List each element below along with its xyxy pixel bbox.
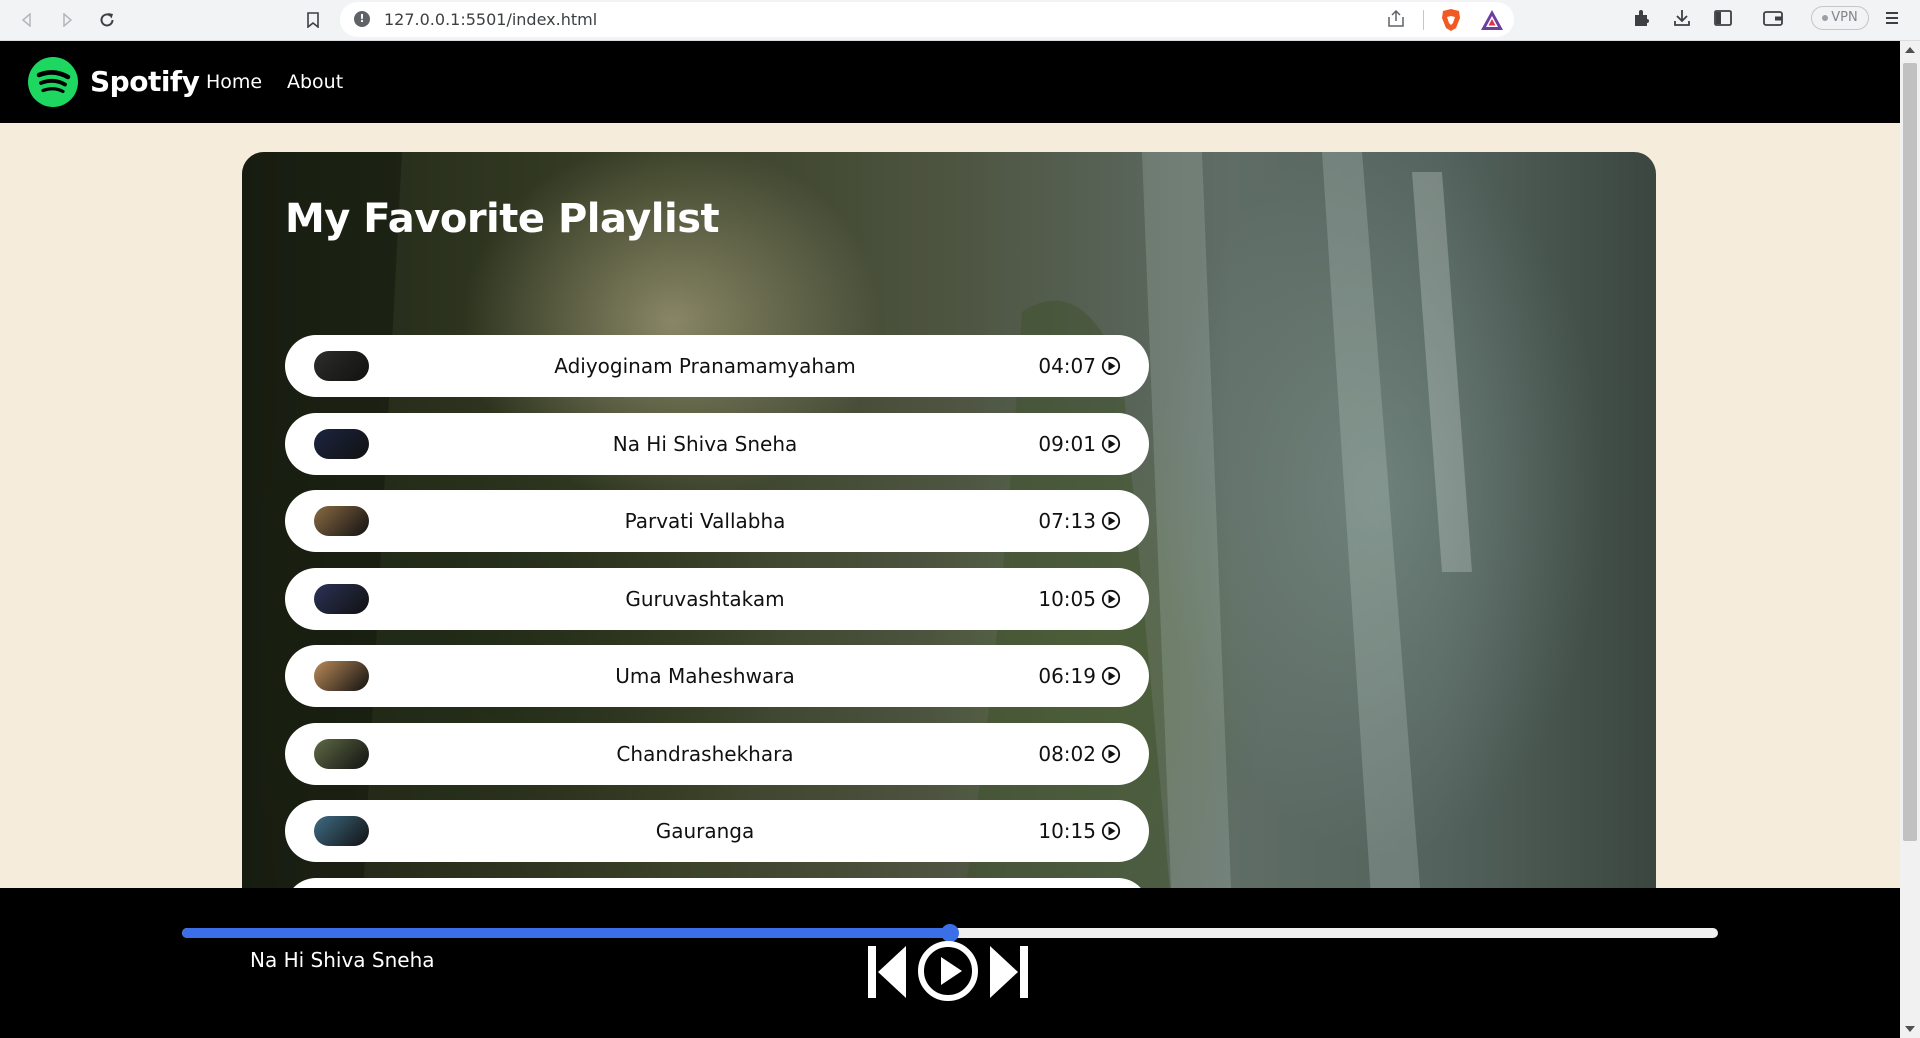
vpn-button[interactable]: VPN bbox=[1811, 6, 1869, 30]
song-duration: 08:02 bbox=[1038, 741, 1096, 766]
sidebar-icon[interactable] bbox=[1713, 8, 1733, 32]
song-duration: 07:13 bbox=[1038, 509, 1096, 533]
back-icon[interactable] bbox=[14, 7, 40, 33]
play-circle-icon[interactable] bbox=[1101, 434, 1121, 454]
scroll-down-icon[interactable] bbox=[1905, 1026, 1915, 1032]
brave-rewards-icon[interactable] bbox=[1480, 9, 1504, 35]
player-bar: Na Hi Shiva Sneha bbox=[0, 888, 1900, 1038]
song-item[interactable]: Gauranga 10:15 bbox=[285, 800, 1149, 862]
now-playing-title: Na Hi Shiva Sneha bbox=[250, 948, 435, 972]
vpn-status-dot bbox=[1822, 14, 1829, 21]
song-name: Guruvashtakam bbox=[625, 586, 785, 611]
play-circle-icon[interactable] bbox=[1101, 356, 1121, 376]
play-circle-icon[interactable] bbox=[1101, 744, 1121, 764]
bookmark-icon[interactable] bbox=[300, 7, 326, 33]
menu-icon[interactable] bbox=[1884, 8, 1900, 32]
song-name: Uma Maheshwara bbox=[615, 664, 795, 688]
song-item[interactable]: Parvati Vallabha 07:13 bbox=[285, 490, 1149, 552]
song-name: Parvati Vallabha bbox=[624, 509, 786, 533]
share-icon[interactable] bbox=[1386, 9, 1406, 32]
next-icon[interactable] bbox=[988, 944, 1030, 1004]
site-info-icon[interactable]: ! bbox=[354, 11, 370, 27]
play-circle-icon[interactable] bbox=[917, 940, 979, 1006]
site-navbar: Spotify Home About bbox=[0, 41, 1900, 123]
vpn-label: VPN bbox=[1831, 10, 1858, 25]
brave-shields-icon[interactable] bbox=[1440, 8, 1462, 36]
scroll-up-icon[interactable] bbox=[1905, 47, 1915, 53]
previous-icon[interactable] bbox=[866, 944, 908, 1004]
play-circle-icon[interactable] bbox=[1101, 589, 1121, 609]
address-bar[interactable]: ! 127.0.0.1:5501/index.html bbox=[340, 2, 1514, 37]
song-duration: 10:05 bbox=[1038, 586, 1096, 611]
song-duration: 09:01 bbox=[1038, 431, 1096, 456]
song-name: Chandrashekhara bbox=[616, 741, 794, 766]
downloads-icon[interactable] bbox=[1672, 8, 1692, 32]
song-item[interactable]: Adiyoginam Pranamamyaham 04:07 bbox=[285, 335, 1149, 397]
song-item[interactable]: Na Hi Shiva Sneha 09:01 bbox=[285, 412, 1149, 475]
browser-toolbar: ! 127.0.0.1:5501/index.html VPN bbox=[0, 0, 1920, 41]
progress-fill bbox=[182, 928, 950, 938]
song-name: Gauranga bbox=[655, 819, 755, 843]
song-list: Adiyoginam Pranamamyaham 04:07 Na Hi Shiva… bbox=[285, 335, 1149, 912]
song-item[interactable]: Chandrashekhara 08:02 bbox=[285, 722, 1149, 785]
page-scrollbar[interactable] bbox=[1900, 41, 1920, 1038]
play-circle-icon[interactable] bbox=[1101, 511, 1121, 531]
song-name: Na Hi Shiva Sneha bbox=[612, 431, 798, 456]
song-duration: 10:15 bbox=[1038, 819, 1096, 843]
nav-link-home[interactable]: Home bbox=[206, 71, 262, 93]
nav-link-about[interactable]: About bbox=[287, 71, 343, 93]
song-duration: 06:19 bbox=[1038, 664, 1096, 688]
song-item[interactable]: Uma Maheshwara 06:19 bbox=[285, 645, 1149, 707]
scrollbar-thumb[interactable] bbox=[1903, 63, 1917, 841]
reload-icon[interactable] bbox=[94, 7, 120, 33]
progress-bar[interactable] bbox=[182, 924, 1718, 942]
play-circle-icon[interactable] bbox=[1101, 666, 1121, 686]
song-duration: 04:07 bbox=[1038, 354, 1096, 378]
forward-icon[interactable] bbox=[54, 7, 80, 33]
url-text[interactable]: 127.0.0.1:5501/index.html bbox=[384, 10, 597, 29]
brand-name[interactable]: Spotify bbox=[90, 65, 200, 98]
spotify-logo-icon[interactable] bbox=[28, 57, 78, 111]
playlist-container: My Favorite Playlist Adiyoginam Pranamam… bbox=[242, 152, 1656, 912]
song-item[interactable]: Guruvashtakam 10:05 bbox=[285, 567, 1149, 630]
extensions-icon[interactable] bbox=[1632, 8, 1652, 32]
playlist-title: My Favorite Playlist bbox=[285, 196, 720, 242]
wallet-icon[interactable] bbox=[1762, 8, 1784, 32]
play-circle-icon[interactable] bbox=[1101, 821, 1121, 841]
song-name: Adiyoginam Pranamamyaham bbox=[554, 354, 856, 378]
divider bbox=[1423, 10, 1424, 30]
